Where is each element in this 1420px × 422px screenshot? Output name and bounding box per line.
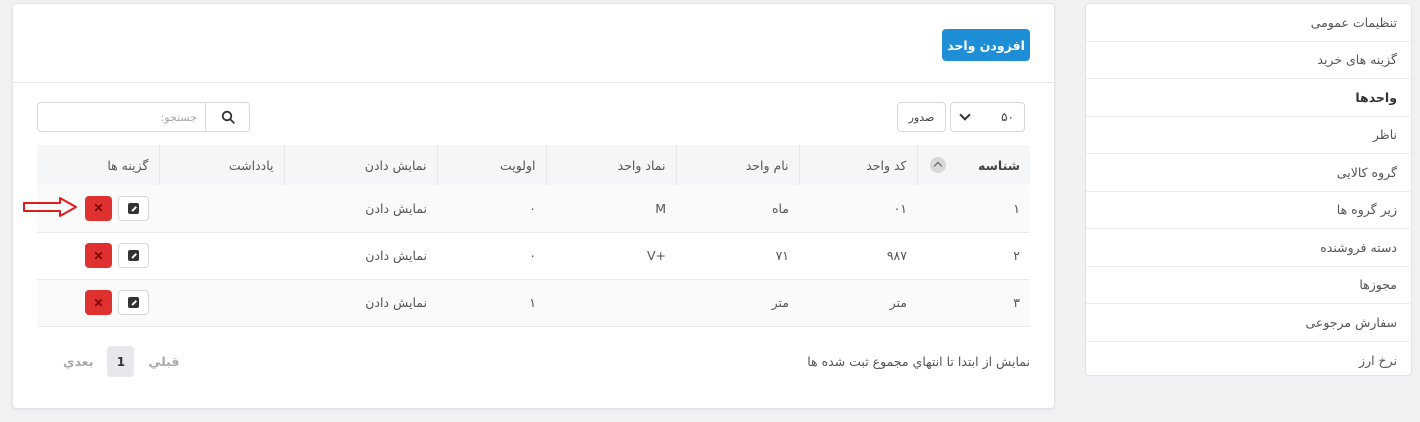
search-input[interactable] xyxy=(37,102,205,132)
sidebar-item-label: دسته فروشنده xyxy=(1320,239,1397,255)
page-size-select[interactable]: ۵۰ xyxy=(950,102,1025,132)
search-button[interactable] xyxy=(205,102,250,132)
sidebar-item-purchase-options[interactable]: گزینه های خرید xyxy=(1086,42,1411,79)
cell-name: متر xyxy=(771,295,789,310)
edit-icon xyxy=(128,250,139,261)
sidebar-item-label: زیر گروه ها xyxy=(1336,202,1397,218)
settings-sidebar: تنظیمات عمومی گزینه های خرید واحدها ناظر… xyxy=(1085,3,1412,376)
table-row: ۱ ۰۱ ماه M ۰ نمایش دادن ✕ xyxy=(37,185,1030,232)
sidebar-item-return-order[interactable]: سفارش مرجوعی xyxy=(1086,304,1411,342)
cell-priority: ۰ xyxy=(529,200,536,216)
col-id[interactable]: شناسه xyxy=(916,145,1030,185)
search-icon xyxy=(221,110,235,124)
close-icon: ✕ xyxy=(93,295,104,310)
table-row: ۲ ۹۸۷ ۷۱ +V ۰ نمایش دادن ✕ xyxy=(37,232,1030,279)
close-icon: ✕ xyxy=(93,248,104,263)
table-info: نمایش از ابتدا تا انتهاي مجموع ثبت شده ه… xyxy=(807,354,1030,369)
sidebar-item-exchange-rate[interactable]: نرخ ارز xyxy=(1086,342,1411,376)
delete-button[interactable]: ✕ xyxy=(85,195,112,221)
table-header-row: شناسه کد واحد نام واحد نماد واحد اولویت … xyxy=(37,145,1030,185)
sidebar-item-units[interactable]: واحدها xyxy=(1086,79,1411,117)
col-priority[interactable]: اولویت xyxy=(436,145,546,185)
col-id-label: شناسه xyxy=(978,157,1020,173)
sidebar-item-supervisor[interactable]: ناظر xyxy=(1086,117,1411,154)
cell-name: ماه xyxy=(771,200,789,216)
cell-id: ۳ xyxy=(1013,295,1020,310)
col-symbol[interactable]: نماد واحد xyxy=(545,145,676,185)
sidebar-item-label: نرخ ارز xyxy=(1359,352,1397,368)
edit-icon xyxy=(128,202,139,214)
cell-code: ۰۱ xyxy=(893,200,907,216)
cell-id: ۲ xyxy=(1013,248,1020,263)
next-page-link[interactable]: بعدي xyxy=(63,354,93,369)
search-box xyxy=(37,102,250,132)
close-icon: ✕ xyxy=(93,201,104,216)
delete-button[interactable]: ✕ xyxy=(85,243,112,268)
sidebar-item-label: واحدها xyxy=(1355,89,1397,105)
col-note[interactable]: یادداشت xyxy=(158,145,284,185)
chevron-down-icon xyxy=(959,109,971,121)
cell-symbol: M xyxy=(655,200,666,216)
col-display[interactable]: نمایش دادن xyxy=(283,145,437,185)
sidebar-item-label: مجوزها xyxy=(1359,277,1397,293)
sidebar-item-subgroups[interactable]: زیر گروه ها xyxy=(1086,192,1411,229)
cell-note xyxy=(159,232,284,279)
cell-display: نمایش دادن xyxy=(365,248,427,263)
page-number-current[interactable]: 1 xyxy=(107,346,135,377)
prev-page-link[interactable]: قبلي xyxy=(148,354,179,369)
card-header: افزودن واحد xyxy=(13,4,1054,83)
units-table: شناسه کد واحد نام واحد نماد واحد اولویت … xyxy=(37,145,1030,327)
cell-display: نمایش دادن xyxy=(365,200,427,216)
table-row: ۳ متر متر ۱ نمایش دادن ✕ xyxy=(37,279,1030,326)
sidebar-item-label: سفارش مرجوعی xyxy=(1305,314,1397,330)
sidebar-item-label: گروه کالایی xyxy=(1336,164,1397,180)
add-unit-button[interactable]: افزودن واحد xyxy=(942,29,1030,61)
page-size-value: ۵۰ xyxy=(1001,110,1014,124)
annotation-arrow-icon xyxy=(23,197,77,217)
cell-note xyxy=(159,185,284,232)
cell-priority: ۰ xyxy=(529,248,536,263)
col-options: گزینه ها xyxy=(107,157,149,173)
cell-priority: ۱ xyxy=(529,295,536,310)
edit-button[interactable] xyxy=(118,243,149,268)
sidebar-item-label: گزینه های خرید xyxy=(1317,52,1397,68)
sidebar-item-label: ناظر xyxy=(1372,127,1397,143)
pagination: بعدي 1 قبلي xyxy=(63,346,179,377)
edit-button[interactable] xyxy=(118,195,149,221)
cell-options: ✕ xyxy=(37,232,159,279)
sidebar-item-permissions[interactable]: مجوزها xyxy=(1086,267,1411,304)
cell-note xyxy=(159,279,284,326)
cell-id: ۱ xyxy=(1013,200,1020,216)
sidebar-item-general-settings[interactable]: تنظیمات عمومی xyxy=(1086,4,1411,42)
col-name[interactable]: نام واحد xyxy=(675,145,799,185)
sidebar-item-label: تنظیمات عمومی xyxy=(1310,14,1397,30)
cell-options: ✕ xyxy=(37,279,159,326)
edit-button[interactable] xyxy=(118,290,149,315)
cell-code: ۹۸۷ xyxy=(886,248,907,263)
col-code[interactable]: کد واحد xyxy=(798,145,917,185)
sort-asc-icon[interactable] xyxy=(929,157,946,173)
export-button[interactable]: صدور xyxy=(897,102,946,132)
edit-icon xyxy=(128,297,139,308)
sidebar-item-product-group[interactable]: گروه کالایی xyxy=(1086,154,1411,192)
cell-code: متر xyxy=(889,295,907,310)
sidebar-item-seller-category[interactable]: دسته فروشنده xyxy=(1086,229,1411,267)
cell-symbol: +V xyxy=(646,248,666,263)
units-card: افزودن واحد ۵۰ صدور شناسه کد واحد xyxy=(12,3,1055,409)
delete-button[interactable]: ✕ xyxy=(85,290,112,315)
cell-name: ۷۱ xyxy=(775,248,789,263)
cell-display: نمایش دادن xyxy=(365,295,427,310)
cell-symbol xyxy=(546,279,676,326)
